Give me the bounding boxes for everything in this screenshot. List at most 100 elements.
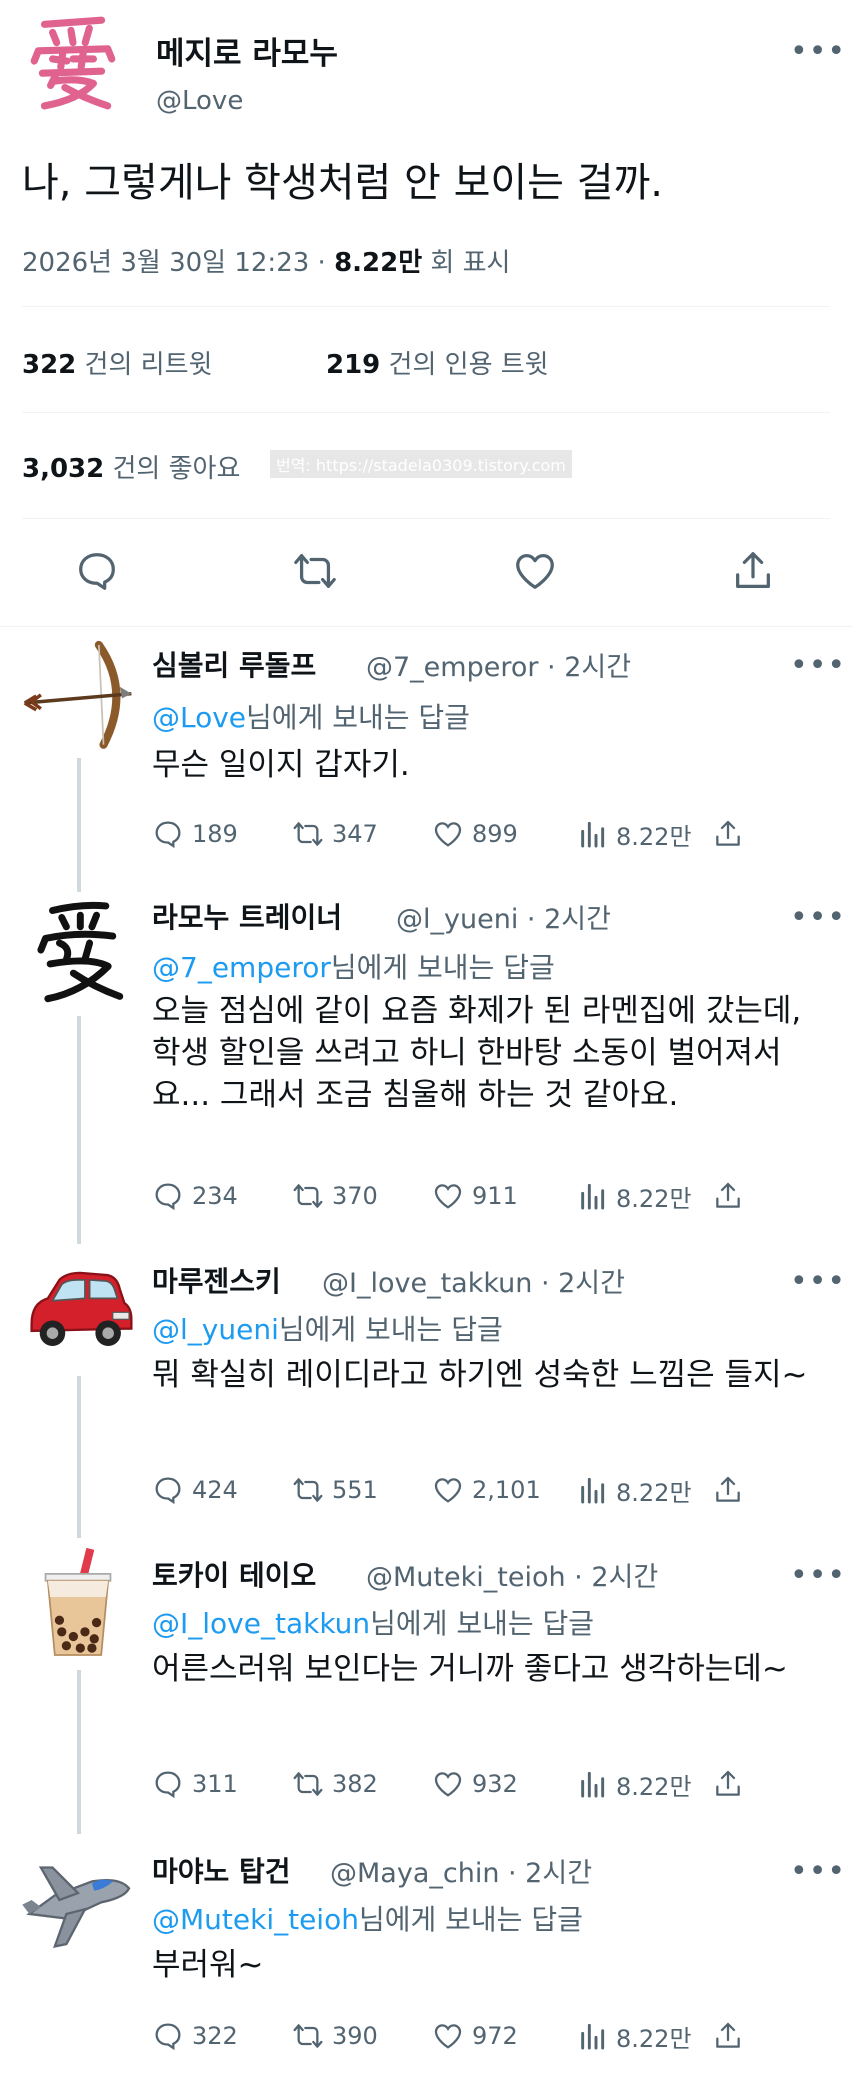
- share-button[interactable]: [712, 1470, 752, 1510]
- retweet-button[interactable]: 370: [292, 1176, 378, 1216]
- retweet-icon: [293, 1184, 323, 1208]
- analytics-icon: [581, 1771, 605, 1798]
- retweet-button[interactable]: 390: [292, 2016, 378, 2056]
- share-button[interactable]: [712, 1176, 752, 1216]
- mention-link[interactable]: @Love: [152, 701, 246, 734]
- replying-to: @Love님에게 보내는 답글: [152, 696, 470, 736]
- like-button[interactable]: 932: [432, 1764, 518, 1804]
- retweet-button[interactable]: 382: [292, 1764, 378, 1804]
- avatar[interactable]: [20, 1252, 136, 1368]
- views-button[interactable]: 8.22만: [576, 1764, 692, 1804]
- reply-tweet[interactable]: 토카이 테이오 @Muteki_teioh · 2시간 ••• @I_love_…: [0, 1538, 852, 1834]
- reply-tweet[interactable]: 라모누 트레이너 @l_yueni · 2시간 ••• @7_emperor님에…: [0, 880, 852, 1244]
- avatar[interactable]: [20, 892, 136, 1008]
- comment-button[interactable]: 234: [152, 1176, 238, 1216]
- retweet-button[interactable]: 551: [292, 1470, 378, 1510]
- handle-and-time[interactable]: @Maya_chin · 2시간: [330, 1851, 592, 1890]
- handle-and-time[interactable]: @Muteki_teioh · 2시간: [366, 1555, 658, 1594]
- share-button[interactable]: [712, 1764, 752, 1804]
- more-options-icon[interactable]: •••: [790, 1857, 846, 1887]
- display-name[interactable]: 마야노 탑건: [152, 1850, 291, 1890]
- handle-and-time[interactable]: @I_love_takkun · 2시간: [322, 1261, 625, 1300]
- share-icon: [716, 2022, 740, 2048]
- quotes-stat[interactable]: 219 건의 인용 트윗: [326, 344, 549, 381]
- retweets-stat[interactable]: 322 건의 리트윗: [22, 344, 212, 381]
- translation-watermark: 번역: https://stadela0309.tistory.com: [270, 450, 572, 478]
- tweet-meta: 2026년 3월 30일 12:23 · 8.22만 회 표시: [22, 242, 510, 279]
- mention-link[interactable]: @Muteki_teioh: [152, 1903, 359, 1936]
- likes-stat[interactable]: 3,032 건의 좋아요: [22, 448, 240, 485]
- reply-tweet[interactable]: 심볼리 루돌프 @7_emperor · 2시간 ••• @Love님에게 보내…: [0, 628, 852, 892]
- display-name[interactable]: 심볼리 루돌프: [152, 644, 316, 684]
- retweets-label: 건의 리트윗: [76, 350, 213, 380]
- analytics-icon: [581, 1183, 605, 1210]
- comment-icon: [155, 1477, 181, 1505]
- views-button[interactable]: 8.22만: [576, 814, 692, 854]
- like-count: 899: [472, 820, 518, 848]
- avatar[interactable]: [20, 1546, 136, 1662]
- comment-button[interactable]: 424: [152, 1470, 238, 1510]
- avatar[interactable]: [22, 10, 124, 112]
- handle-and-time[interactable]: @l_yueni · 2시간: [396, 897, 611, 936]
- like-button[interactable]: 911: [432, 1176, 518, 1216]
- more-options-icon[interactable]: •••: [790, 37, 846, 67]
- tweet-date[interactable]: 2026년 3월 30일 12:23 ·: [22, 248, 334, 278]
- replying-to-label: 님에게 보내는 답글: [278, 1313, 503, 1346]
- like-button[interactable]: 972: [432, 2016, 518, 2056]
- handle[interactable]: @Love: [156, 86, 243, 116]
- share-button[interactable]: [712, 2016, 752, 2056]
- analytics-icon: [581, 2023, 605, 2050]
- share-icon[interactable]: [730, 548, 776, 594]
- display-name[interactable]: 메지로 라모누: [156, 28, 338, 73]
- mention-link[interactable]: @l_yueni: [152, 1313, 279, 1346]
- red-car-icon: [30, 1271, 133, 1346]
- like-button[interactable]: 2,101: [432, 1470, 541, 1510]
- views-button[interactable]: 8.22만: [576, 1470, 692, 1510]
- reply-action-bar: 322 390 972 8.22만: [152, 2016, 752, 2056]
- share-button[interactable]: [712, 814, 752, 854]
- comment-button[interactable]: 189: [152, 814, 238, 854]
- reply-tweet[interactable]: 마루젠스키 @I_love_takkun · 2시간 ••• @l_yueni님…: [0, 1244, 852, 1538]
- replying-to: @l_yueni님에게 보내는 답글: [152, 1308, 503, 1348]
- comment-button[interactable]: 311: [152, 1764, 238, 1804]
- avatar[interactable]: [20, 638, 136, 754]
- reply-text: 오늘 점심에 같이 요즘 화제가 된 라멘집에 갔는데, 학생 할인을 쓰려고 …: [152, 993, 802, 1113]
- comment-button[interactable]: 322: [152, 2016, 238, 2056]
- handle-and-time[interactable]: @7_emperor · 2시간: [366, 645, 631, 684]
- heart-icon: [434, 1772, 462, 1797]
- heart-icon: [434, 1478, 462, 1503]
- reply-tweet[interactable]: 마야노 탑건 @Maya_chin · 2시간 ••• @Muteki_teio…: [0, 1834, 852, 2085]
- views-count: 8.22만: [334, 248, 423, 278]
- retweet-count: 347: [332, 820, 378, 848]
- reply-icon[interactable]: [74, 548, 120, 594]
- views-button[interactable]: 8.22만: [576, 1176, 692, 1216]
- display-name[interactable]: 토카이 테이오: [152, 1554, 316, 1594]
- retweet-count: 551: [332, 1476, 378, 1504]
- like-button[interactable]: 899: [432, 814, 518, 854]
- retweet-button[interactable]: 347: [292, 814, 378, 854]
- thread-line: [77, 1670, 81, 1834]
- more-options-icon[interactable]: •••: [790, 1267, 846, 1297]
- comment-count: 189: [192, 820, 238, 848]
- more-options-icon[interactable]: •••: [790, 651, 846, 681]
- divider: [22, 306, 830, 307]
- more-options-icon[interactable]: •••: [790, 1561, 846, 1591]
- like-icon[interactable]: [512, 548, 558, 594]
- views-button[interactable]: 8.22만: [576, 2016, 692, 2056]
- display-name[interactable]: 마루젠스키: [152, 1260, 281, 1300]
- display-name[interactable]: 라모누 트레이너: [152, 896, 342, 936]
- share-icon: [716, 1770, 740, 1796]
- heart-icon: [434, 822, 462, 847]
- retweet-icon[interactable]: [292, 548, 338, 594]
- avatar[interactable]: [20, 1842, 136, 1958]
- mention-link[interactable]: @7_emperor: [152, 951, 331, 984]
- like-count: 911: [472, 1182, 518, 1210]
- share-icon: [716, 820, 740, 846]
- retweet-icon: [293, 822, 323, 846]
- share-icon: [716, 1182, 740, 1208]
- like-count: 972: [472, 2022, 518, 2050]
- comment-count: 424: [192, 1476, 238, 1504]
- analytics-icon: [581, 1477, 605, 1504]
- mention-link[interactable]: @I_love_takkun: [152, 1607, 370, 1640]
- more-options-icon[interactable]: •••: [790, 903, 846, 933]
